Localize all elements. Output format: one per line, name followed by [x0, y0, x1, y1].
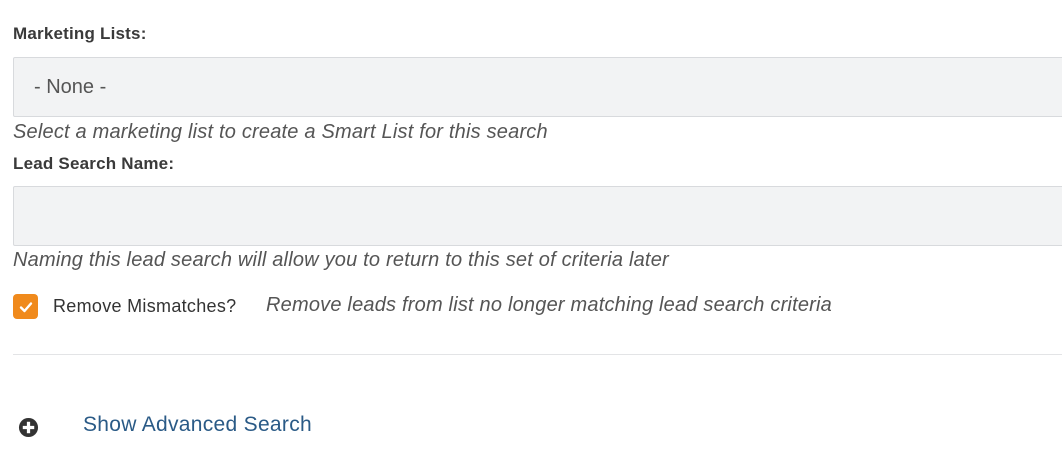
remove-mismatches-checkbox[interactable]: [13, 294, 38, 319]
divider: [13, 354, 1062, 355]
lead-search-name-help: Naming this lead search will allow you t…: [13, 249, 669, 271]
plus-circle-icon[interactable]: [18, 417, 39, 438]
lead-search-form: Marketing Lists: - None - Select a marke…: [0, 0, 1062, 456]
lead-search-name-input[interactable]: [13, 186, 1062, 246]
marketing-lists-select[interactable]: - None -: [13, 57, 1062, 117]
remove-mismatches-help: Remove leads from list no longer matchin…: [266, 294, 832, 316]
lead-search-name-label: Lead Search Name:: [13, 154, 175, 173]
marketing-lists-help: Select a marketing list to create a Smar…: [13, 121, 548, 143]
checkmark-icon: [19, 301, 32, 312]
show-advanced-search-link[interactable]: Show Advanced Search: [83, 413, 312, 437]
marketing-lists-label: Marketing Lists:: [13, 24, 147, 43]
marketing-lists-selected-value: - None -: [34, 75, 107, 98]
remove-mismatches-label[interactable]: Remove Mismatches?: [53, 296, 236, 317]
